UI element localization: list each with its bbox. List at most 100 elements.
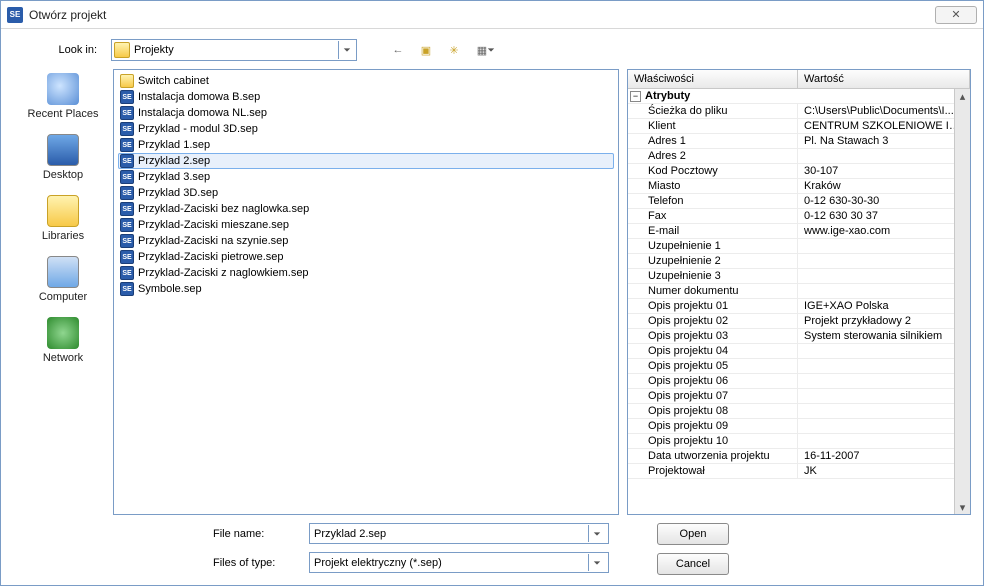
file-item[interactable]: SEPrzyklad-Zaciski mieszane.sep xyxy=(118,217,614,233)
open-project-dialog: SE Otwórz projekt ✕ Look in: Projekty ← … xyxy=(0,0,984,586)
property-key: Data utworzenia projektu xyxy=(628,449,798,463)
scroll-up-icon[interactable]: ▴ xyxy=(956,89,970,103)
property-key: Telefon xyxy=(628,194,798,208)
property-value xyxy=(798,284,970,298)
file-item[interactable]: SEPrzyklad-Zaciski na szynie.sep xyxy=(118,233,614,249)
property-row[interactable]: Miasto Kraków xyxy=(628,179,970,194)
filename-input[interactable]: Przyklad 2.sep xyxy=(309,523,609,544)
property-row[interactable]: Opis projektu 06 xyxy=(628,374,970,389)
place-label: Network xyxy=(43,352,83,364)
collapse-icon[interactable]: − xyxy=(630,91,641,102)
property-row[interactable]: Opis projektu 02Projekt przykładowy 2 xyxy=(628,314,970,329)
sep-file-icon: SE xyxy=(120,106,134,120)
properties-column-value[interactable]: Wartość xyxy=(798,70,970,88)
file-item[interactable]: SEPrzyklad 2.sep xyxy=(118,153,614,169)
sep-file-icon: SE xyxy=(120,122,134,136)
property-key: Opis projektu 03 xyxy=(628,329,798,343)
recent-icon xyxy=(47,73,79,105)
chevron-down-icon xyxy=(588,525,604,542)
property-row[interactable]: Opis projektu 10 xyxy=(628,434,970,449)
property-value xyxy=(798,434,970,448)
file-item[interactable]: SEPrzyklad-Zaciski bez naglowka.sep xyxy=(118,201,614,217)
file-name: Przyklad-Zaciski z naglowkiem.sep xyxy=(138,267,309,279)
property-row[interactable]: Ścieżka do plikuC:\Users\Public\Document… xyxy=(628,104,970,119)
close-button[interactable]: ✕ xyxy=(935,6,977,24)
properties-group-row[interactable]: − Atrybuty xyxy=(628,89,970,104)
property-row[interactable]: Opis projektu 01IGE+XAO Polska xyxy=(628,299,970,314)
file-item[interactable]: SEPrzyklad 1.sep xyxy=(118,137,614,153)
property-row[interactable]: ProjektowałJK xyxy=(628,464,970,479)
property-value: Kraków xyxy=(798,179,970,193)
file-name: Instalacja domowa B.sep xyxy=(138,91,260,103)
property-row[interactable]: Opis projektu 03System sterowania silnik… xyxy=(628,329,970,344)
property-row[interactable]: Uzupełnienie 3 xyxy=(628,269,970,284)
property-value xyxy=(798,254,970,268)
property-row[interactable]: Uzupełnienie 1 xyxy=(628,239,970,254)
folder-icon xyxy=(120,74,134,88)
place-libraries[interactable]: Libraries xyxy=(13,195,113,242)
place-desktop[interactable]: Desktop xyxy=(13,134,113,181)
properties-scrollbar[interactable]: ▴ ▾ xyxy=(954,89,970,514)
file-list[interactable]: Switch cabinetSEInstalacja domowa B.sepS… xyxy=(113,69,619,515)
file-item[interactable]: SEPrzyklad 3.sep xyxy=(118,169,614,185)
place-network[interactable]: Network xyxy=(13,317,113,364)
file-name: Przyklad-Zaciski pietrowe.sep xyxy=(138,251,284,263)
property-row[interactable]: Kod Pocztowy30-107 xyxy=(628,164,970,179)
file-name: Przyklad-Zaciski mieszane.sep xyxy=(138,219,289,231)
file-item[interactable]: SEPrzyklad - modul 3D.sep xyxy=(118,121,614,137)
property-row[interactable]: Adres 2 xyxy=(628,149,970,164)
lookin-value: Projekty xyxy=(134,44,338,56)
property-row[interactable]: Opis projektu 05 xyxy=(628,359,970,374)
place-recent[interactable]: Recent Places xyxy=(13,73,113,120)
property-row[interactable]: Numer dokumentu xyxy=(628,284,970,299)
chevron-down-icon xyxy=(338,41,354,59)
property-row[interactable]: Uzupełnienie 2 xyxy=(628,254,970,269)
folder-icon xyxy=(114,42,130,58)
filename-label: File name: xyxy=(213,528,309,540)
property-row[interactable]: Fax0-12 630 30 37 xyxy=(628,209,970,224)
file-item[interactable]: SEPrzyklad 3D.sep xyxy=(118,185,614,201)
titlebar: SE Otwórz projekt ✕ xyxy=(1,1,983,29)
property-row[interactable]: Opis projektu 07 xyxy=(628,389,970,404)
place-computer[interactable]: Computer xyxy=(13,256,113,303)
property-value xyxy=(798,389,970,403)
folder-up-icon: ▣ xyxy=(421,44,431,57)
scroll-down-icon[interactable]: ▾ xyxy=(956,500,970,514)
property-row[interactable]: KlientCENTRUM SZKOLENIOWE IG... xyxy=(628,119,970,134)
file-item[interactable]: SEInstalacja domowa B.sep xyxy=(118,89,614,105)
cancel-button[interactable]: Cancel xyxy=(657,553,729,575)
libraries-icon xyxy=(47,195,79,227)
property-row[interactable]: E-mailwww.ige-xao.com xyxy=(628,224,970,239)
view-menu-button[interactable]: ▦ xyxy=(471,39,501,61)
sep-file-icon: SE xyxy=(120,170,134,184)
property-row[interactable]: Opis projektu 08 xyxy=(628,404,970,419)
computer-icon xyxy=(47,256,79,288)
property-key: Ścieżka do pliku xyxy=(628,104,798,118)
property-key: Miasto xyxy=(628,179,798,193)
file-name: Przyklad-Zaciski na szynie.sep xyxy=(138,235,288,247)
filetype-combo[interactable]: Projekt elektryczny (*.sep) xyxy=(309,552,609,573)
chevron-down-icon xyxy=(588,554,604,571)
property-row[interactable]: Opis projektu 04 xyxy=(628,344,970,359)
properties-column-name[interactable]: Właściwości xyxy=(628,70,798,88)
property-value: www.ige-xao.com xyxy=(798,224,970,238)
file-item[interactable]: SEPrzyklad-Zaciski pietrowe.sep xyxy=(118,249,614,265)
file-item[interactable]: SESymbole.sep xyxy=(118,281,614,297)
file-item[interactable]: Switch cabinet xyxy=(118,73,614,89)
property-row[interactable]: Opis projektu 09 xyxy=(628,419,970,434)
file-item[interactable]: SEPrzyklad-Zaciski z naglowkiem.sep xyxy=(118,265,614,281)
property-row[interactable]: Data utworzenia projektu16-11-2007 xyxy=(628,449,970,464)
up-one-level-button[interactable]: ▣ xyxy=(415,39,437,61)
lookin-combo[interactable]: Projekty xyxy=(111,39,357,61)
file-name: Przyklad 1.sep xyxy=(138,139,210,151)
property-row[interactable]: Telefon0-12 630-30-30 xyxy=(628,194,970,209)
property-key: Opis projektu 10 xyxy=(628,434,798,448)
back-button[interactable]: ← xyxy=(387,39,409,61)
property-key: Adres 2 xyxy=(628,149,798,163)
open-button[interactable]: Open xyxy=(657,523,729,545)
file-item[interactable]: SEInstalacja domowa NL.sep xyxy=(118,105,614,121)
new-folder-button[interactable]: ✳ xyxy=(443,39,465,61)
property-row[interactable]: Adres 1Pl. Na Stawach 3 xyxy=(628,134,970,149)
property-value: System sterowania silnikiem xyxy=(798,329,970,343)
property-key: Klient xyxy=(628,119,798,133)
